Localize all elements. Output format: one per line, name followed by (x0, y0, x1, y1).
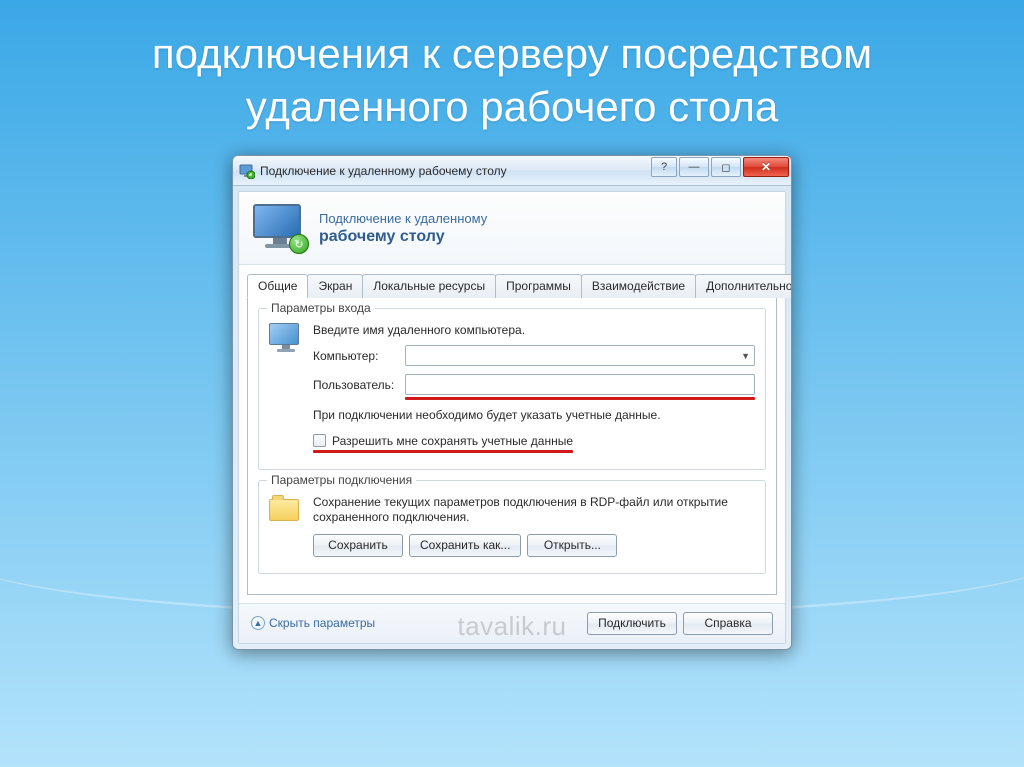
credentials-note: При подключении необходимо будет указать… (313, 408, 755, 424)
tab-general[interactable]: Общие (247, 274, 308, 298)
rdp-app-icon (239, 163, 255, 179)
open-button[interactable]: Открыть... (527, 534, 617, 557)
client-area: ↻ Подключение к удаленному рабочему стол… (238, 191, 786, 644)
window-buttons: ? — ◻ ✕ (651, 157, 789, 177)
connection-desc: Сохранение текущих параметров подключени… (313, 495, 755, 526)
tab-local-resources[interactable]: Локальные ресурсы (362, 274, 496, 298)
close-button[interactable]: ✕ (743, 157, 789, 177)
rdp-dialog-container: Подключение к удаленному рабочему столу … (232, 155, 792, 650)
tab-programs[interactable]: Программы (495, 274, 582, 298)
allow-save-label: Разрешить мне сохранять учетные данные (332, 434, 573, 448)
annotation-underline-checkbox (313, 450, 573, 453)
tab-display[interactable]: Экран (307, 274, 363, 298)
login-instruction: Введите имя удаленного компьютера. (313, 323, 755, 337)
annotation-underline-user (405, 397, 755, 400)
help-icon: ? (661, 161, 667, 173)
titlebar[interactable]: Подключение к удаленному рабочему столу … (233, 156, 791, 186)
minimize-icon: — (689, 161, 700, 173)
computer-icon (269, 323, 303, 352)
header-text: Подключение к удаленному рабочему столу (319, 211, 487, 246)
collapse-label: Скрыть параметры (269, 616, 375, 630)
rdp-hero-icon: ↻ (253, 204, 307, 252)
arrow-badge-icon: ↻ (289, 234, 309, 254)
save-as-button[interactable]: Сохранить как... (409, 534, 521, 557)
slide-background: подключения к серверу посредством удален… (0, 0, 1024, 767)
login-groupbox: Параметры входа Введите имя удаленного к… (258, 308, 766, 470)
computer-label: Компьютер: (313, 349, 405, 363)
header-line2: рабочему столу (319, 228, 487, 246)
user-label: Пользователь: (313, 378, 405, 392)
rdp-window: Подключение к удаленному рабочему столу … (232, 155, 792, 650)
header-line1: Подключение к удаленному (319, 211, 487, 226)
computer-combobox[interactable]: ▼ (405, 345, 755, 366)
connection-groupbox: Параметры подключения Сохранение текущих… (258, 480, 766, 574)
help-button[interactable]: ? (651, 157, 677, 177)
tab-panel-general: Параметры входа Введите имя удаленного к… (247, 297, 777, 595)
window-title: Подключение к удаленному рабочему столу (260, 164, 507, 178)
tabstrip: Общие Экран Локальные ресурсы Программы … (239, 265, 785, 297)
bottom-bar: ▲ Скрыть параметры Подключить Справка (239, 603, 785, 643)
user-field[interactable] (405, 374, 755, 395)
slide-title: подключения к серверу посредством удален… (0, 0, 1024, 133)
help-dialog-button[interactable]: Справка (683, 612, 773, 635)
allow-save-checkbox[interactable] (313, 434, 326, 447)
minimize-button[interactable]: — (679, 157, 709, 177)
chevron-up-icon: ▲ (251, 616, 265, 630)
tab-experience[interactable]: Взаимодействие (581, 274, 696, 298)
header-panel: ↻ Подключение к удаленному рабочему стол… (239, 192, 785, 265)
maximize-icon: ◻ (721, 161, 730, 174)
folder-icon (269, 495, 303, 523)
tab-advanced[interactable]: Дополнительно (695, 274, 792, 298)
maximize-button[interactable]: ◻ (711, 157, 741, 177)
collapse-options-link[interactable]: ▲ Скрыть параметры (251, 616, 375, 630)
close-icon: ✕ (761, 160, 771, 174)
login-groupbox-legend: Параметры входа (267, 301, 375, 315)
save-button[interactable]: Сохранить (313, 534, 403, 557)
chevron-down-icon: ▼ (741, 351, 750, 361)
connect-button[interactable]: Подключить (587, 612, 677, 635)
connection-groupbox-legend: Параметры подключения (267, 473, 416, 487)
